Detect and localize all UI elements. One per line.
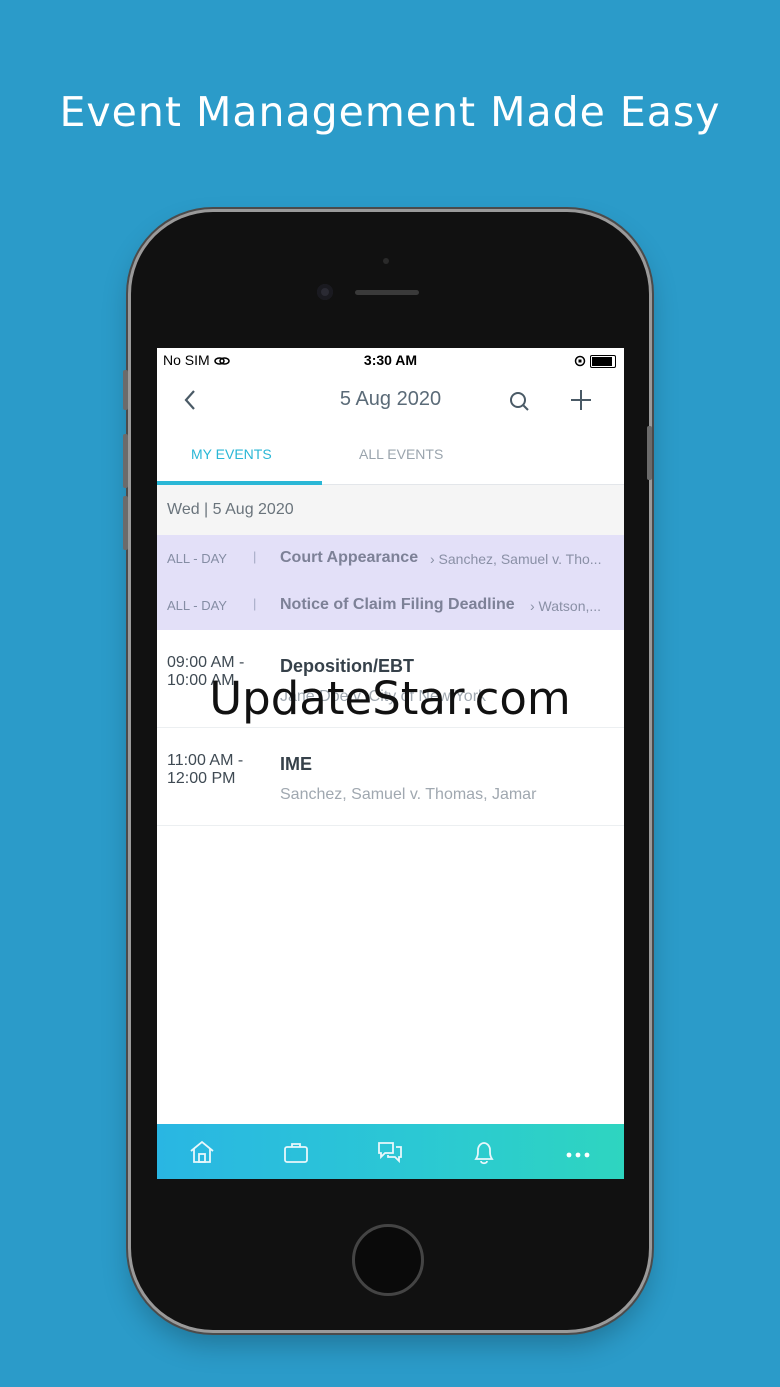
event-start-time: 11:00 AM - [167,752,244,769]
front-camera [317,284,333,300]
event-matter: Sanchez, Samuel v. Thomas, Jamar [280,786,537,803]
volume-up-button [123,434,128,488]
separator: | [253,549,257,564]
events-tabs: MY EVENTS ALL EVENTS [157,436,624,485]
status-right [574,352,616,368]
allday-tag: ALL - DAY [167,598,227,613]
date-header-label: Wed | 5 Aug 2020 [167,501,294,518]
page-title: 5 Aug 2020 [339,388,442,410]
tab-all-events[interactable]: ALL EVENTS [359,446,443,462]
allday-event-row[interactable]: ALL - DAY | Court Appearance › Sanchez, … [157,535,624,582]
battery-icon [590,354,616,368]
app-screen: No SIM 3:30 AM 5 Aug 2020 MY EVENTS ALL … [157,348,624,1179]
briefcase-icon[interactable] [283,1140,309,1169]
mute-switch [123,370,128,410]
bottom-tab-bar [157,1124,624,1179]
nav-bar: 5 Aug 2020 [157,378,624,422]
event-matter: › Watson,... [530,598,602,614]
headline: Event Management Made Easy [59,88,721,136]
event-title: Court Appearance [280,549,419,566]
allday-tag: ALL - DAY [167,551,227,566]
rotation-lock-icon [574,352,590,368]
home-icon[interactable] [189,1140,215,1169]
separator: | [253,596,257,611]
search-icon[interactable] [509,391,533,420]
event-title: Notice of Claim Filing Deadline [280,596,515,613]
more-icon[interactable] [566,1146,590,1164]
date-header: Wed | 5 Aug 2020 [157,485,624,535]
event-row[interactable]: 11:00 AM - 12:00 PM IME Sanchez, Samuel … [157,728,624,826]
event-title: IME [280,754,313,774]
event-matter: › Sanchez, Samuel v. Tho... [430,551,602,567]
add-event-icon[interactable] [569,384,593,418]
bell-icon[interactable] [472,1140,496,1171]
watermark: UpdateStar.com [209,672,571,725]
home-button[interactable] [352,1224,424,1296]
power-button [647,426,652,480]
status-bar: No SIM 3:30 AM [157,348,624,372]
event-time: 11:00 AM - 12:00 PM [167,752,243,788]
proximity-sensor [383,258,389,264]
tab-my-events[interactable]: MY EVENTS [191,446,272,462]
event-end-time: 12:00 PM [167,770,236,787]
chat-icon[interactable] [377,1140,403,1169]
allday-event-row[interactable]: ALL - DAY | Notice of Claim Filing Deadl… [157,582,624,630]
status-time: 3:30 AM [363,352,418,368]
earpiece-speaker [355,290,419,295]
volume-down-button [123,496,128,550]
event-start-time: 09:00 AM - [167,654,245,671]
